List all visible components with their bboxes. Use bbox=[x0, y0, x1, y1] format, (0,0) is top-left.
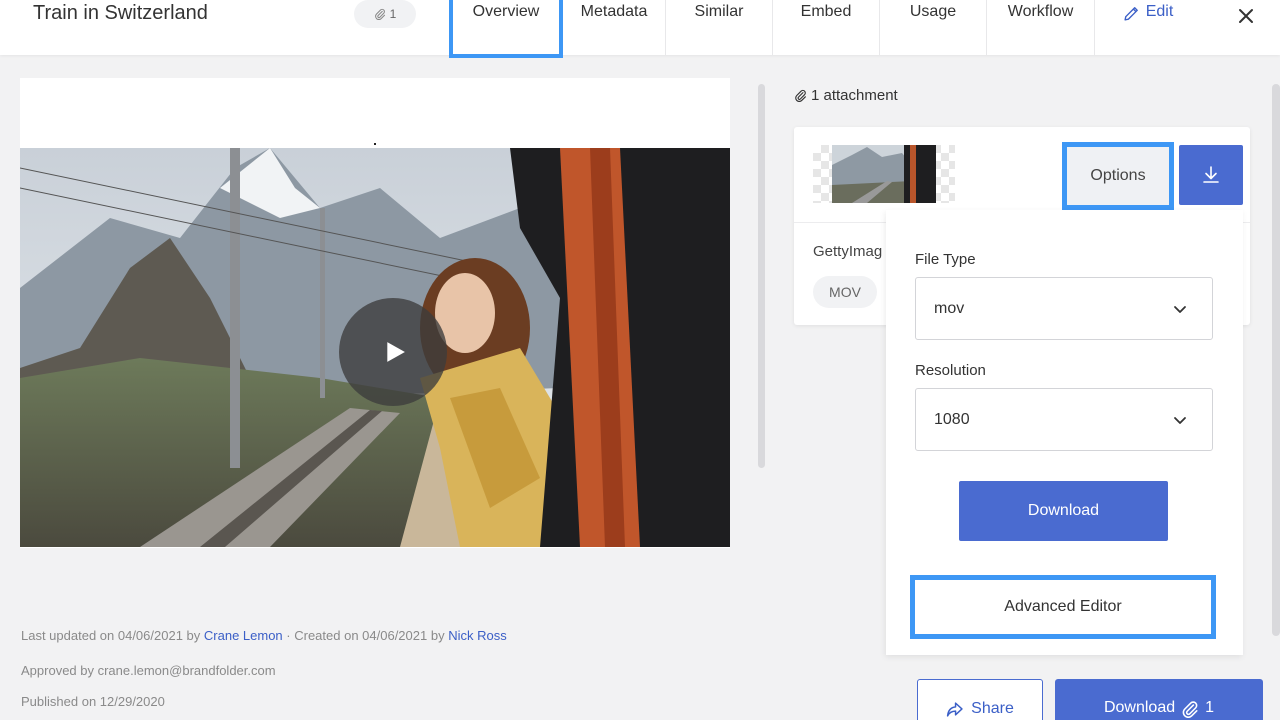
download-all-button[interactable]: Download 1 bbox=[1055, 679, 1263, 720]
advanced-editor-button[interactable]: Advanced Editor bbox=[910, 575, 1216, 639]
paperclip-icon bbox=[1182, 701, 1198, 718]
file-type-label: File Type bbox=[915, 251, 976, 268]
tab-embed[interactable]: Embed bbox=[773, 0, 880, 55]
published-text: Published on 12/29/2020 bbox=[21, 694, 165, 709]
attachment-download-button[interactable] bbox=[1179, 145, 1243, 205]
options-button[interactable]: Options bbox=[1062, 142, 1174, 210]
attachment-count-badge[interactable]: 1 bbox=[354, 0, 416, 28]
close-icon[interactable] bbox=[1236, 6, 1256, 26]
attachment-filename[interactable]: GettyImag bbox=[813, 243, 893, 260]
media-loading-dot bbox=[374, 143, 376, 145]
created-text: · Created on 04/06/2021 by bbox=[282, 628, 449, 643]
download-button[interactable]: Download bbox=[959, 481, 1168, 541]
resolution-select[interactable]: 1080 bbox=[915, 388, 1213, 451]
attachments-heading: 1 attachment bbox=[794, 87, 898, 104]
tab-edit[interactable]: Edit bbox=[1095, 0, 1201, 55]
updated-by-link[interactable]: Crane Lemon bbox=[204, 628, 283, 643]
share-button[interactable]: Share bbox=[917, 679, 1043, 720]
download-icon bbox=[1203, 166, 1219, 183]
tab-workflow[interactable]: Workflow bbox=[987, 0, 1095, 55]
thumbnail-image bbox=[832, 145, 936, 203]
chevron-down-icon bbox=[1174, 416, 1186, 424]
resolution-value: 1080 bbox=[934, 410, 970, 428]
share-icon bbox=[946, 702, 963, 717]
asset-header: Train in Switzerland 1 Overview Metadata… bbox=[0, 0, 1280, 58]
approved-text: Approved by crane.lemon@brandfolder.com bbox=[21, 663, 276, 678]
chevron-down-icon bbox=[1174, 305, 1186, 313]
asset-title: Train in Switzerland bbox=[33, 2, 208, 24]
tab-metadata[interactable]: Metadata bbox=[563, 0, 666, 55]
file-type-value: mov bbox=[934, 299, 965, 317]
file-extension-badge: MOV bbox=[813, 276, 877, 308]
paperclip-icon bbox=[374, 8, 385, 20]
resolution-label: Resolution bbox=[915, 362, 986, 379]
play-icon bbox=[387, 342, 405, 362]
download-all-label: Download bbox=[1103, 699, 1176, 716]
attachment-count: 1 bbox=[389, 7, 397, 21]
created-by-link[interactable]: Nick Ross bbox=[448, 628, 507, 643]
file-type-select[interactable]: mov bbox=[915, 277, 1213, 340]
left-scrollbar[interactable] bbox=[758, 84, 765, 468]
attachments-heading-label: 1 attachment bbox=[811, 87, 898, 104]
tab-overview[interactable]: Overview bbox=[449, 0, 563, 58]
tab-usage[interactable]: Usage bbox=[880, 0, 987, 55]
play-button[interactable] bbox=[339, 298, 447, 406]
download-all-count: 1 bbox=[1205, 699, 1215, 716]
paperclip-icon bbox=[795, 89, 806, 102]
right-scrollbar[interactable] bbox=[1272, 84, 1280, 636]
updated-text: Last updated on 04/06/2021 by bbox=[21, 628, 204, 643]
share-label: Share bbox=[971, 700, 1014, 717]
pencil-icon bbox=[1124, 7, 1138, 21]
asset-history: Last updated on 04/06/2021 by Crane Lemo… bbox=[21, 628, 507, 643]
attachment-thumbnail[interactable] bbox=[832, 145, 936, 203]
tab-similar[interactable]: Similar bbox=[666, 0, 773, 55]
